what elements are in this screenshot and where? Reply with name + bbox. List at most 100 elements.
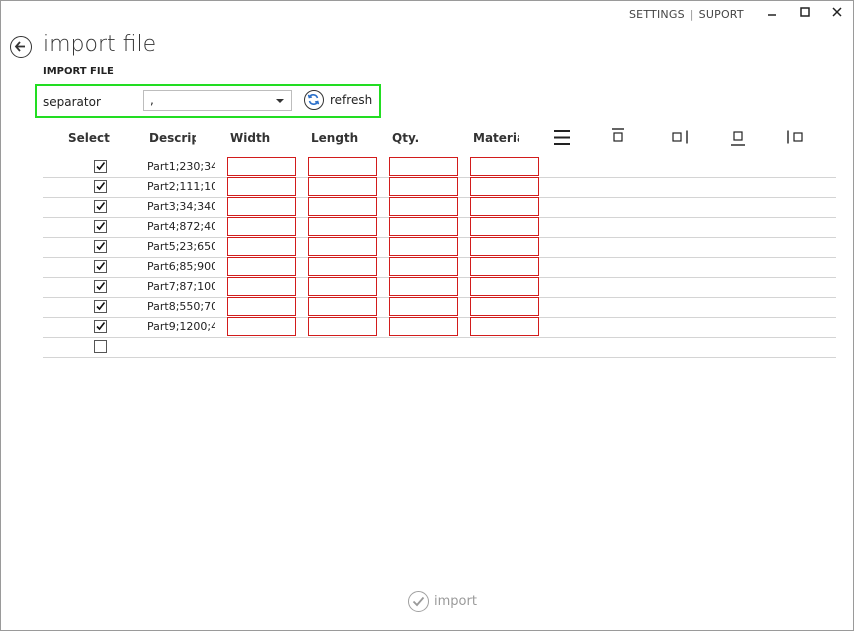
qty-input[interactable] <box>389 197 458 216</box>
qty-input[interactable] <box>389 277 458 296</box>
table-row: Part7;87;100 <box>43 277 836 298</box>
edge-right-icon[interactable] <box>672 130 690 144</box>
qty-input[interactable] <box>389 317 458 336</box>
length-input[interactable] <box>308 157 377 176</box>
length-input[interactable] <box>308 297 377 316</box>
support-link[interactable]: SUPORT <box>699 8 744 21</box>
import-label: import <box>434 594 477 609</box>
width-input[interactable] <box>227 297 296 316</box>
settings-link[interactable]: SETTINGS <box>629 8 685 21</box>
align-justify-icon[interactable] <box>553 129 571 146</box>
row-description: Part8;550;70 <box>147 300 215 313</box>
column-header-qty: Qty. <box>392 131 420 145</box>
qty-input[interactable] <box>389 297 458 316</box>
width-input[interactable] <box>227 197 296 216</box>
width-input[interactable] <box>227 157 296 176</box>
checkmark-icon <box>96 242 106 251</box>
row-checkbox-checked[interactable] <box>94 200 107 213</box>
chevron-down-icon <box>276 99 284 103</box>
table-row: Part4;872;40 <box>43 217 836 238</box>
column-header-width: Width <box>230 131 271 145</box>
row-checkbox-checked[interactable] <box>94 160 107 173</box>
maximize-button[interactable] <box>795 4 815 24</box>
length-input[interactable] <box>308 257 377 276</box>
row-checkbox-checked[interactable] <box>94 240 107 253</box>
width-input[interactable] <box>227 317 296 336</box>
material-input[interactable] <box>470 257 539 276</box>
close-button[interactable] <box>827 4 847 24</box>
material-input[interactable] <box>470 197 539 216</box>
length-input[interactable] <box>308 237 377 256</box>
width-input[interactable] <box>227 237 296 256</box>
arrow-left-icon <box>14 41 25 52</box>
checkmark-icon <box>96 182 106 191</box>
minimize-button[interactable] <box>762 4 782 24</box>
table-row: Part1;230;34 <box>43 157 836 178</box>
top-nav: SETTINGS | SUPORT <box>629 8 744 21</box>
table-row <box>43 337 836 358</box>
page-title: import file <box>43 32 157 57</box>
nav-separator: | <box>689 8 694 21</box>
width-input[interactable] <box>227 257 296 276</box>
row-checkbox-checked[interactable] <box>94 300 107 313</box>
length-input[interactable] <box>308 277 377 296</box>
row-checkbox-checked[interactable] <box>94 260 107 273</box>
material-input[interactable] <box>470 317 539 336</box>
qty-input[interactable] <box>389 177 458 196</box>
length-input[interactable] <box>308 317 377 336</box>
row-description: Part1;230;34 <box>147 160 215 173</box>
length-input[interactable] <box>308 197 377 216</box>
row-checkbox[interactable] <box>94 340 107 353</box>
row-description: Part6;85;900 <box>147 260 215 273</box>
column-header-material: Materia <box>473 131 519 145</box>
row-description: Part5;23;650 <box>147 240 215 253</box>
separator-label: separator <box>43 95 101 109</box>
material-input[interactable] <box>470 217 539 236</box>
refresh-icon <box>304 90 324 110</box>
separator-dropdown[interactable]: , <box>143 90 292 111</box>
check-icon <box>408 591 429 612</box>
material-input[interactable] <box>470 277 539 296</box>
row-description: Part4;872;40 <box>147 220 215 233</box>
row-checkbox-checked[interactable] <box>94 180 107 193</box>
material-input[interactable] <box>470 297 539 316</box>
row-description: Part3;34;340 <box>147 200 215 213</box>
width-input[interactable] <box>227 277 296 296</box>
column-header-length: Length <box>311 131 359 145</box>
qty-input[interactable] <box>389 257 458 276</box>
row-description: Part9;1200;4 <box>147 320 215 333</box>
row-description: Part7;87;100 <box>147 280 215 293</box>
length-input[interactable] <box>308 217 377 236</box>
qty-input[interactable] <box>389 217 458 236</box>
checkmark-icon <box>96 202 106 211</box>
edge-bottom-icon[interactable] <box>730 130 746 147</box>
table-row: Part6;85;900 <box>43 257 836 278</box>
checkmark-icon <box>96 282 106 291</box>
material-input[interactable] <box>470 237 539 256</box>
checkmark-icon <box>96 162 106 171</box>
column-header-description: Descrip <box>149 131 196 145</box>
checkmark-icon <box>96 222 106 231</box>
checkmark-icon <box>96 302 106 311</box>
qty-input[interactable] <box>389 157 458 176</box>
width-input[interactable] <box>227 177 296 196</box>
width-input[interactable] <box>227 217 296 236</box>
section-label: IMPORT FILE <box>43 66 114 77</box>
separator-value: , <box>150 93 154 107</box>
checkmark-icon <box>96 322 106 331</box>
material-input[interactable] <box>470 157 539 176</box>
back-button[interactable] <box>10 36 32 58</box>
refresh-label: refresh <box>330 93 373 107</box>
table-row: Part8;550;70 <box>43 297 836 318</box>
material-input[interactable] <box>470 177 539 196</box>
row-checkbox-checked[interactable] <box>94 220 107 233</box>
edge-top-icon[interactable] <box>611 128 625 143</box>
row-checkbox-checked[interactable] <box>94 320 107 333</box>
edge-left-icon[interactable] <box>786 130 804 144</box>
row-checkbox-checked[interactable] <box>94 280 107 293</box>
close-icon <box>832 7 842 17</box>
qty-input[interactable] <box>389 237 458 256</box>
length-input[interactable] <box>308 177 377 196</box>
column-header-select: Select <box>68 131 110 145</box>
checkmark-icon <box>96 262 106 271</box>
